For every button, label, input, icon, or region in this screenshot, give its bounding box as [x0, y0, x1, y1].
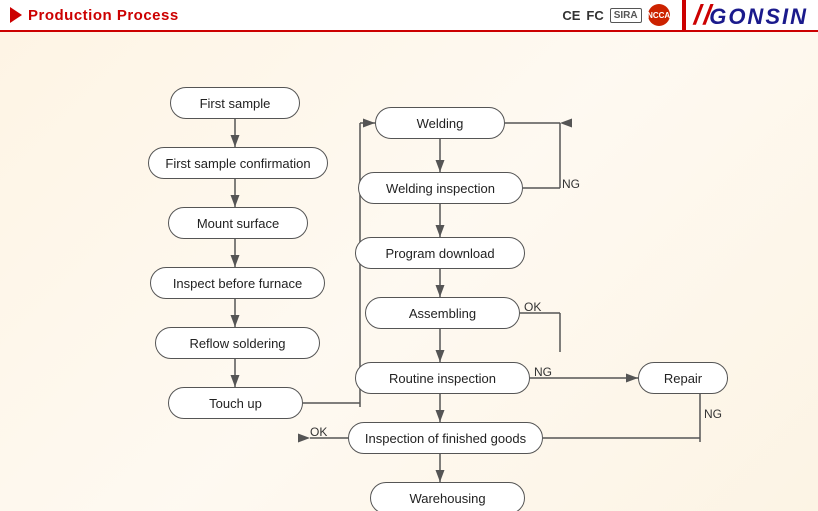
label-ng-1: NG [562, 177, 580, 191]
box-inspect-furnace: Inspect before furnace [150, 267, 325, 299]
box-finished-goods: Inspection of finished goods [348, 422, 543, 454]
label-ok-1: OK [524, 300, 541, 314]
box-touch-up: Touch up [168, 387, 303, 419]
box-weld-inspect: Welding inspection [358, 172, 523, 204]
label-ok-2: OK [310, 425, 327, 439]
box-reflow: Reflow soldering [155, 327, 320, 359]
box-first-confirm: First sample confirmation [148, 147, 328, 179]
label-ng-2: NG [534, 365, 552, 379]
box-prog-download: Program download [355, 237, 525, 269]
box-first-sample: First sample [170, 87, 300, 119]
triangle-icon [10, 7, 22, 23]
header-left: Production Process [10, 7, 179, 24]
header-right: CE FC SIRA NCCA //GONSIN [562, 0, 808, 31]
box-warehouse: Warehousing [370, 482, 525, 511]
cert-ce: CE [562, 8, 580, 23]
page-header: Production Process CE FC SIRA NCCA //GON… [0, 0, 818, 32]
box-welding: Welding [375, 107, 505, 139]
cert-fc: FC [586, 8, 603, 23]
main-content: First sample First sample confirmation M… [0, 32, 818, 511]
label-ng-3: NG [704, 407, 722, 421]
box-repair: Repair [638, 362, 728, 394]
box-mount-surface: Mount surface [168, 207, 308, 239]
cert-sira: SIRA [610, 8, 642, 23]
cert-logos: CE FC SIRA NCCA [562, 4, 669, 26]
cert-ncca: NCCA [648, 4, 670, 26]
brand-logo: //GONSIN [682, 0, 808, 31]
page-title: Production Process [28, 7, 179, 24]
box-assembling: Assembling [365, 297, 520, 329]
box-routine-inspection: Routine inspection [355, 362, 530, 394]
